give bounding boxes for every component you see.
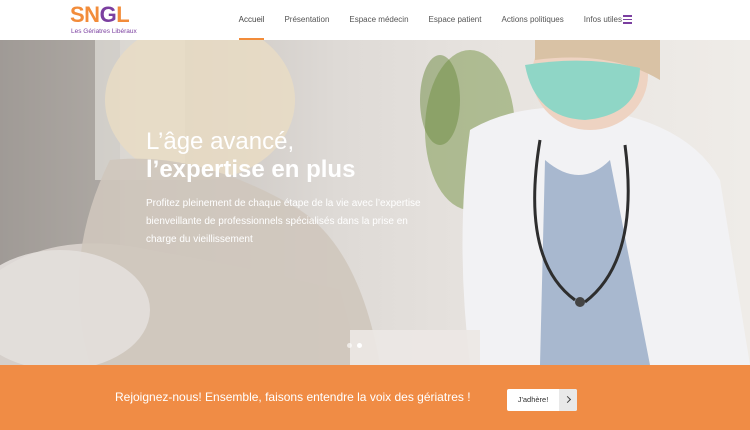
hero-title-line2: l’expertise en plus [146,156,356,183]
slider-pagination [347,343,362,348]
logo-subtitle: Les Gériatres Libéraux [71,28,137,35]
hero-title-line1: L’âge avancé, [146,128,295,155]
nav-item-espace-medecin[interactable]: Espace médecin [339,0,418,40]
join-banner-text: Rejoignez-nous! Ensemble, faisons entend… [115,390,471,404]
hamburger-menu-icon[interactable] [623,14,632,24]
join-banner: Rejoignez-nous! Ensemble, faisons entend… [0,365,750,430]
join-button-label: J'adhère! [517,395,549,404]
slider-dot-1[interactable] [347,343,352,348]
logo-wordmark: SNGL [70,2,130,27]
nav-item-presentation[interactable]: Présentation [274,0,339,40]
chevron-right-icon [559,389,577,411]
site-header: SNGL Les Gériatres Libéraux Accueil Prés… [0,0,750,40]
hero-description: Profitez pleinement de chaque étape de l… [146,198,421,245]
join-button[interactable]: J'adhère! [507,389,577,411]
site-logo[interactable]: SNGL Les Gériatres Libéraux [70,2,137,37]
page: SNGL Les Gériatres Libéraux Accueil Prés… [0,0,750,430]
nav-item-espace-patient[interactable]: Espace patient [419,0,492,40]
nav-item-actions-politiques[interactable]: Actions politiques [491,0,573,40]
slider-dot-2[interactable] [357,343,362,348]
main-nav: Accueil Présentation Espace médecin Espa… [229,0,632,40]
nav-item-accueil[interactable]: Accueil [229,0,275,40]
hero-slider: L’âge avancé, l’expertise en plus Profit… [0,40,750,365]
